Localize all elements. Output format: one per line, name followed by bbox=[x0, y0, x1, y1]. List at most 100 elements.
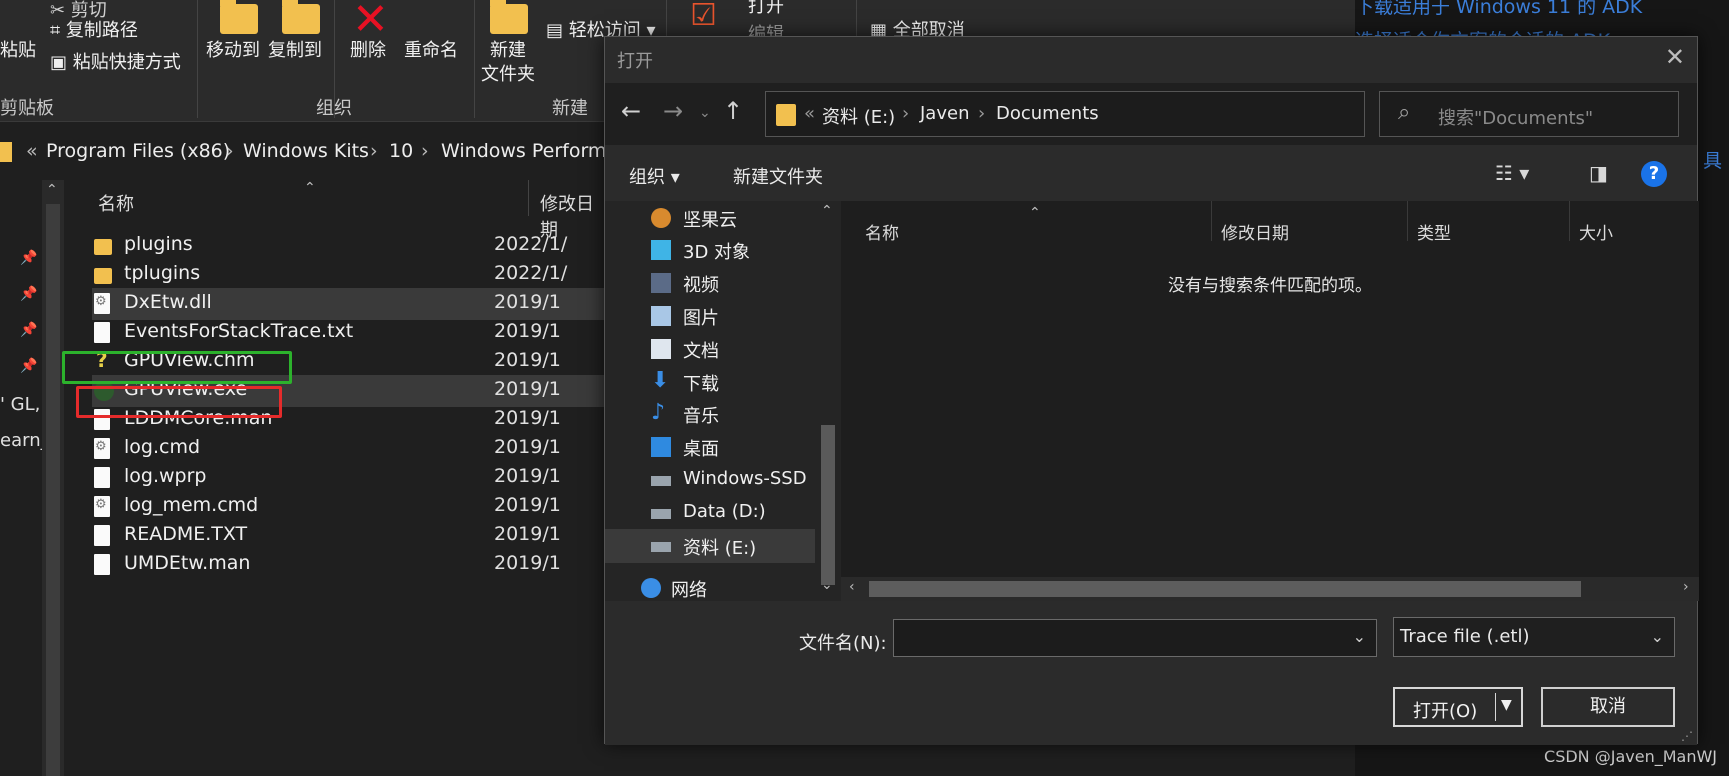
open-ribbon-button[interactable]: 打开 bbox=[748, 0, 784, 18]
file-icon bbox=[94, 467, 110, 488]
file-row[interactable]: EventsForStackTrace.txt 2019/1 bbox=[22, 317, 561, 349]
watermark: CSDN @Javen_ManWJ bbox=[1544, 747, 1717, 766]
dropdown-arrow-icon[interactable]: ▼ bbox=[1501, 697, 1512, 713]
move-to-button[interactable]: 移动到 bbox=[206, 36, 260, 62]
file-row[interactable]: DxEtw.dll 2019/1 bbox=[92, 288, 606, 320]
chevron-left-icon[interactable]: ‹ bbox=[849, 579, 855, 595]
web-link[interactable]: 下载适用于 Windows 11 的 ADK bbox=[1355, 0, 1642, 19]
nav-item-windows-ssd[interactable]: Windows-SSD bbox=[605, 463, 815, 497]
nav-scrollbar[interactable]: ⌃ ⌄ bbox=[815, 201, 841, 601]
file-name: log_mem.cmd bbox=[124, 494, 259, 516]
nav-item-network[interactable]: 网络 bbox=[605, 571, 815, 601]
new-folder-line2[interactable]: 文件夹 bbox=[481, 60, 535, 86]
path-box[interactable]: « 资料 (E:) › Javen › Documents ⌄ ↻ bbox=[765, 91, 1501, 137]
file-row[interactable]: log.wprp 2019/1 bbox=[22, 462, 561, 494]
paste-shortcut-button[interactable]: ▣ 粘贴快捷方式 bbox=[50, 48, 181, 74]
open-button[interactable]: 打开(O) ▼ bbox=[1393, 687, 1523, 727]
file-row[interactable]: tplugins 2022/1/ bbox=[22, 259, 567, 291]
chevron-down-icon[interactable]: ⌄ bbox=[821, 577, 833, 593]
delete-button[interactable]: 删除 bbox=[350, 36, 386, 62]
horizontal-scrollbar[interactable]: ‹ › bbox=[841, 577, 1699, 601]
organize-button[interactable]: 组织 ▾ bbox=[629, 163, 680, 189]
file-row[interactable]: README.TXT 2019/1 bbox=[22, 520, 561, 552]
file-date: 2019/1 bbox=[494, 465, 561, 487]
open-file-dialog: 打开 ✕ ← → ⌄ ↑ « 资料 (E:) › Javen › Documen… bbox=[604, 36, 1699, 745]
explorer-address-bar[interactable]: « Program Files (x86) › Windows Kits › 1… bbox=[0, 134, 618, 170]
new-folder-button[interactable]: 新建文件夹 bbox=[733, 163, 823, 189]
nav-item-label: 网络 bbox=[671, 580, 707, 601]
close-icon[interactable]: ✕ bbox=[1665, 43, 1685, 71]
copy-to-button[interactable]: 复制到 bbox=[268, 36, 322, 62]
file-name: log.cmd bbox=[124, 436, 201, 458]
file-row[interactable]: log.cmd 2019/1 bbox=[22, 433, 561, 465]
chevron-down-icon[interactable]: ⌄ bbox=[699, 105, 711, 121]
new-folder-line1[interactable]: 新建 bbox=[490, 36, 526, 62]
file-row[interactable]: UMDEtw.man 2019/1 bbox=[22, 549, 561, 581]
empty-message: 没有与搜索条件匹配的项。 bbox=[1168, 276, 1372, 296]
chevron-up-icon[interactable]: ⌃ bbox=[821, 203, 833, 219]
path-item[interactable]: Documents bbox=[996, 103, 1099, 124]
nav-item-pictures[interactable]: 图片 bbox=[605, 299, 815, 333]
file-date: 2019/1 bbox=[494, 523, 561, 545]
breadcrumb-item[interactable]: Windows Performa bbox=[441, 140, 618, 162]
web-link[interactable]: 具 bbox=[1703, 146, 1722, 173]
file-name: UMDEtw.man bbox=[124, 552, 251, 574]
nav-item-downloads[interactable]: ⬇ 下载 bbox=[605, 365, 815, 399]
rename-button[interactable]: 重命名 bbox=[404, 36, 458, 62]
column-divider[interactable] bbox=[1407, 201, 1408, 241]
copy-path-button[interactable]: ⌗ 复制路径 bbox=[50, 16, 138, 42]
nav-item-label: 视频 bbox=[683, 275, 719, 296]
column-header-size[interactable]: 大小 bbox=[1579, 219, 1613, 244]
nav-item-desktop[interactable]: 桌面 bbox=[605, 430, 815, 464]
resize-grip-icon[interactable]: ⋰ bbox=[1681, 729, 1693, 743]
copy-to-icon bbox=[282, 0, 320, 34]
path-item[interactable]: Javen bbox=[920, 103, 969, 124]
nav-item-3d-objects[interactable]: 3D 对象 bbox=[605, 233, 815, 267]
downloads-icon: ⬇ bbox=[651, 368, 670, 393]
file-row[interactable]: plugins 2022/1/ bbox=[22, 230, 567, 262]
drive-icon bbox=[651, 542, 671, 552]
column-header-name[interactable]: 名称 bbox=[865, 219, 899, 244]
file-date: 2019/1 bbox=[494, 494, 561, 516]
dialog-nav-pane: 坚果云 3D 对象 视频 图片 文档 ⬇ 下载 ♪ 音乐 桌面 Windows-SS… bbox=[605, 201, 841, 601]
search-input[interactable]: ⌕ 搜索"Documents" bbox=[1379, 91, 1679, 137]
file-row[interactable]: log_mem.cmd 2019/1 bbox=[22, 491, 561, 523]
explorer-file-list: 名称 ⌃ 修改日期 plugins 2022/1/ tplugins 2022/1/… bbox=[68, 180, 608, 776]
horizontal-scroll-thumb[interactable] bbox=[869, 581, 1581, 597]
text-file-icon bbox=[94, 525, 110, 546]
dialog-titlebar[interactable]: 打开 ✕ bbox=[605, 37, 1697, 81]
back-arrow-icon[interactable]: ← bbox=[621, 97, 641, 125]
nav-item-label: 3D 对象 bbox=[683, 242, 751, 263]
nav-item-data-d[interactable]: Data (D:) bbox=[605, 496, 815, 530]
breadcrumb-item[interactable]: Program Files (x86) bbox=[46, 140, 230, 162]
breadcrumb-item[interactable]: 10 bbox=[389, 140, 413, 162]
column-header-date[interactable]: 修改日期 bbox=[1221, 219, 1289, 244]
nav-scroll-thumb[interactable] bbox=[821, 425, 835, 585]
chevron-down-icon[interactable]: ⌄ bbox=[1353, 627, 1366, 646]
paste-button[interactable]: 粘贴 bbox=[0, 36, 36, 62]
column-header-name[interactable]: 名称 bbox=[98, 190, 134, 216]
column-divider[interactable] bbox=[528, 180, 529, 216]
filetype-select[interactable]: Trace file (.etl) ⌄ bbox=[1393, 617, 1675, 657]
up-arrow-icon[interactable]: ↑ bbox=[723, 97, 743, 125]
search-placeholder: 搜索"Documents" bbox=[1438, 108, 1594, 129]
preview-pane-icon[interactable]: ◨ bbox=[1589, 161, 1608, 185]
column-divider[interactable] bbox=[1211, 201, 1212, 241]
forward-arrow-icon[interactable]: → bbox=[663, 97, 683, 125]
nav-item-documents[interactable]: 文档 bbox=[605, 332, 815, 366]
help-icon[interactable]: ? bbox=[1641, 161, 1667, 187]
nav-item-nutstore[interactable]: 坚果云 bbox=[605, 201, 815, 235]
file-name: README.TXT bbox=[124, 523, 248, 545]
cancel-button[interactable]: 取消 bbox=[1541, 687, 1675, 727]
chevron-up-icon[interactable]: ⌃ bbox=[46, 182, 58, 198]
column-header-type[interactable]: 类型 bbox=[1417, 219, 1451, 244]
breadcrumb-item[interactable]: Windows Kits bbox=[243, 140, 369, 162]
nav-item-drive-e[interactable]: 资料 (E:) bbox=[605, 529, 815, 563]
view-options-icon[interactable]: ☷ ▾ bbox=[1495, 161, 1529, 185]
filename-input[interactable]: ⌄ bbox=[893, 619, 1377, 657]
nav-item-videos[interactable]: 视频 bbox=[605, 266, 815, 300]
chevron-right-icon[interactable]: › bbox=[1683, 579, 1689, 595]
path-item[interactable]: 资料 (E:) bbox=[822, 103, 895, 129]
column-divider[interactable] bbox=[1569, 201, 1570, 241]
nav-item-music[interactable]: ♪ 音乐 bbox=[605, 397, 815, 431]
